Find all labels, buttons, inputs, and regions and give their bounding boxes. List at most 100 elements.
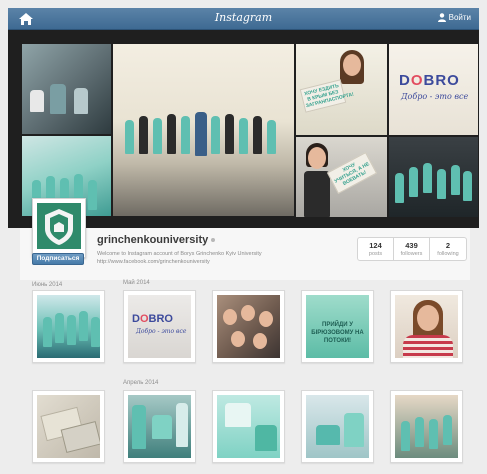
cover-tile-football-team (113, 44, 294, 216)
photo-thumbnail[interactable]: ПРИЙДИ У БІРЮЗОВОМУ НА ПОТОКИ! (301, 290, 374, 363)
cover-figure (211, 116, 220, 154)
photo-face (253, 333, 267, 349)
photo-face (241, 305, 255, 321)
photo-figure (316, 425, 340, 445)
month-heading: Апрель 2014 (123, 380, 159, 386)
cover-figure (181, 116, 190, 154)
university-crest-icon (37, 203, 81, 249)
protest-sign: ХОЧУ УЧИТЬСЯ, А НЕ ВОЕВАТЬ! (326, 152, 378, 194)
avatar[interactable] (32, 198, 86, 258)
follow-button[interactable]: Подписаться (32, 253, 84, 265)
cover-figure (253, 116, 262, 154)
user-icon (437, 13, 446, 22)
photo-figure (429, 419, 438, 449)
cover-figure (167, 114, 176, 154)
photo-figure (225, 403, 251, 427)
stat-label: posts (368, 251, 383, 257)
photo-thumbnail[interactable] (32, 390, 105, 463)
month-heading: Май 2014 (123, 280, 150, 286)
photo-thumbnail[interactable] (301, 390, 374, 463)
profile-header-card: Подписаться grinchenkouniversity Welcome… (20, 198, 470, 280)
cover-figure (395, 173, 404, 203)
photo-image (217, 395, 280, 458)
dobro-letter: O (410, 72, 424, 89)
photo-thumbnail[interactable] (212, 290, 285, 363)
cover-figure (304, 171, 330, 217)
instagram-profile-page: Instagram Войти ХОЧУ ЕЗДИТЬ В КРЫМ БЕЗ З… (0, 0, 487, 474)
football-team-figures (125, 96, 283, 166)
photo-image (37, 295, 100, 358)
photo-figure (401, 421, 410, 451)
photo-figure (344, 413, 364, 447)
bio-link[interactable]: http://www.facebook.com/grinchenkouniver… (97, 258, 262, 266)
photo-thumbnail[interactable]: DOBRO Добро - это все (123, 290, 196, 363)
cover-figure (139, 116, 148, 154)
photo-figure (79, 311, 88, 341)
verified-dot-icon (211, 238, 216, 243)
cover-figure (423, 163, 432, 193)
photo-figure (152, 415, 172, 439)
profile-username: grinchenkouniversity (97, 234, 216, 246)
cover-figure (239, 118, 248, 154)
cover-figure (437, 169, 446, 199)
photo-figure (55, 313, 64, 343)
month-heading: Июнь 2014 (32, 282, 63, 288)
cover-figure-face (343, 54, 361, 76)
cover-figure (409, 167, 418, 197)
cover-figure (30, 90, 44, 112)
photo-face (223, 309, 237, 325)
profile-bio: Welcome to Instagram account of Borys Gr… (97, 250, 262, 266)
photo-thumbnail[interactable] (32, 290, 105, 363)
stat-value: 124 (369, 241, 382, 250)
cover-figure (463, 171, 472, 201)
photo-figure (443, 415, 452, 445)
photo-thumbnail[interactable] (212, 390, 285, 463)
login-link[interactable]: Войти (437, 13, 471, 22)
photo-image (128, 395, 191, 458)
photo-image (395, 395, 458, 458)
username-text: grinchenkouniversity (97, 234, 209, 246)
dobro-logo-text: DOBRO (399, 72, 460, 89)
cover-tile-group-photo (22, 44, 111, 134)
top-navigation-bar: Instagram Войти (8, 8, 479, 30)
photo-thumbnail[interactable] (123, 390, 196, 463)
following-count[interactable]: 2 following (430, 238, 466, 260)
cover-figure (50, 84, 66, 114)
photo-face (259, 311, 273, 327)
photo-figure (67, 315, 76, 345)
stat-label: following (437, 251, 459, 257)
photo-thumbnail[interactable] (390, 390, 463, 463)
cover-figure-face (308, 147, 326, 169)
photo-image: ПРИЙДИ У БІРЮЗОВОМУ НА ПОТОКИ! (306, 295, 369, 358)
followers-count[interactable]: 439 followers (394, 238, 430, 260)
bio-text: Welcome to Instagram account of Borys Gr… (97, 251, 262, 257)
photo-figure (176, 403, 188, 447)
cover-figure (451, 165, 460, 195)
dobro-letter: D (132, 313, 140, 325)
dobro-letter: D (399, 72, 411, 89)
dobro-subtitle: Добро - это все (401, 92, 469, 101)
cover-figure (225, 114, 234, 154)
instagram-logo[interactable]: Instagram (8, 11, 479, 24)
posts-count[interactable]: 124 posts (358, 238, 394, 260)
photo-figure (91, 317, 100, 347)
cover-tile-study-sign: ХОЧУ УЧИТЬСЯ, А НЕ ВОЕВАТЬ! (296, 137, 387, 217)
cover-figure (153, 118, 162, 154)
photo-face (231, 331, 245, 347)
cover-figure (267, 120, 276, 154)
photo-image (217, 295, 280, 358)
stat-value: 2 (445, 241, 451, 250)
photo-image (37, 395, 100, 458)
dobro-letter: O (139, 313, 149, 325)
cover-tile-students-stairs (389, 137, 478, 217)
photo-face (417, 305, 439, 331)
photo-figure (415, 417, 424, 447)
photo-image (395, 295, 458, 358)
photo-shirt (403, 335, 453, 358)
photo-image (306, 395, 369, 458)
stat-value: 439 (405, 241, 418, 250)
photo-caption-text: ПРИЙДИ У БІРЮЗОВОМУ НА ПОТОКИ! (311, 322, 364, 344)
dobro-logo-text: DOBRO (132, 313, 173, 325)
photo-figure (43, 317, 52, 347)
photo-thumbnail[interactable] (390, 290, 463, 363)
